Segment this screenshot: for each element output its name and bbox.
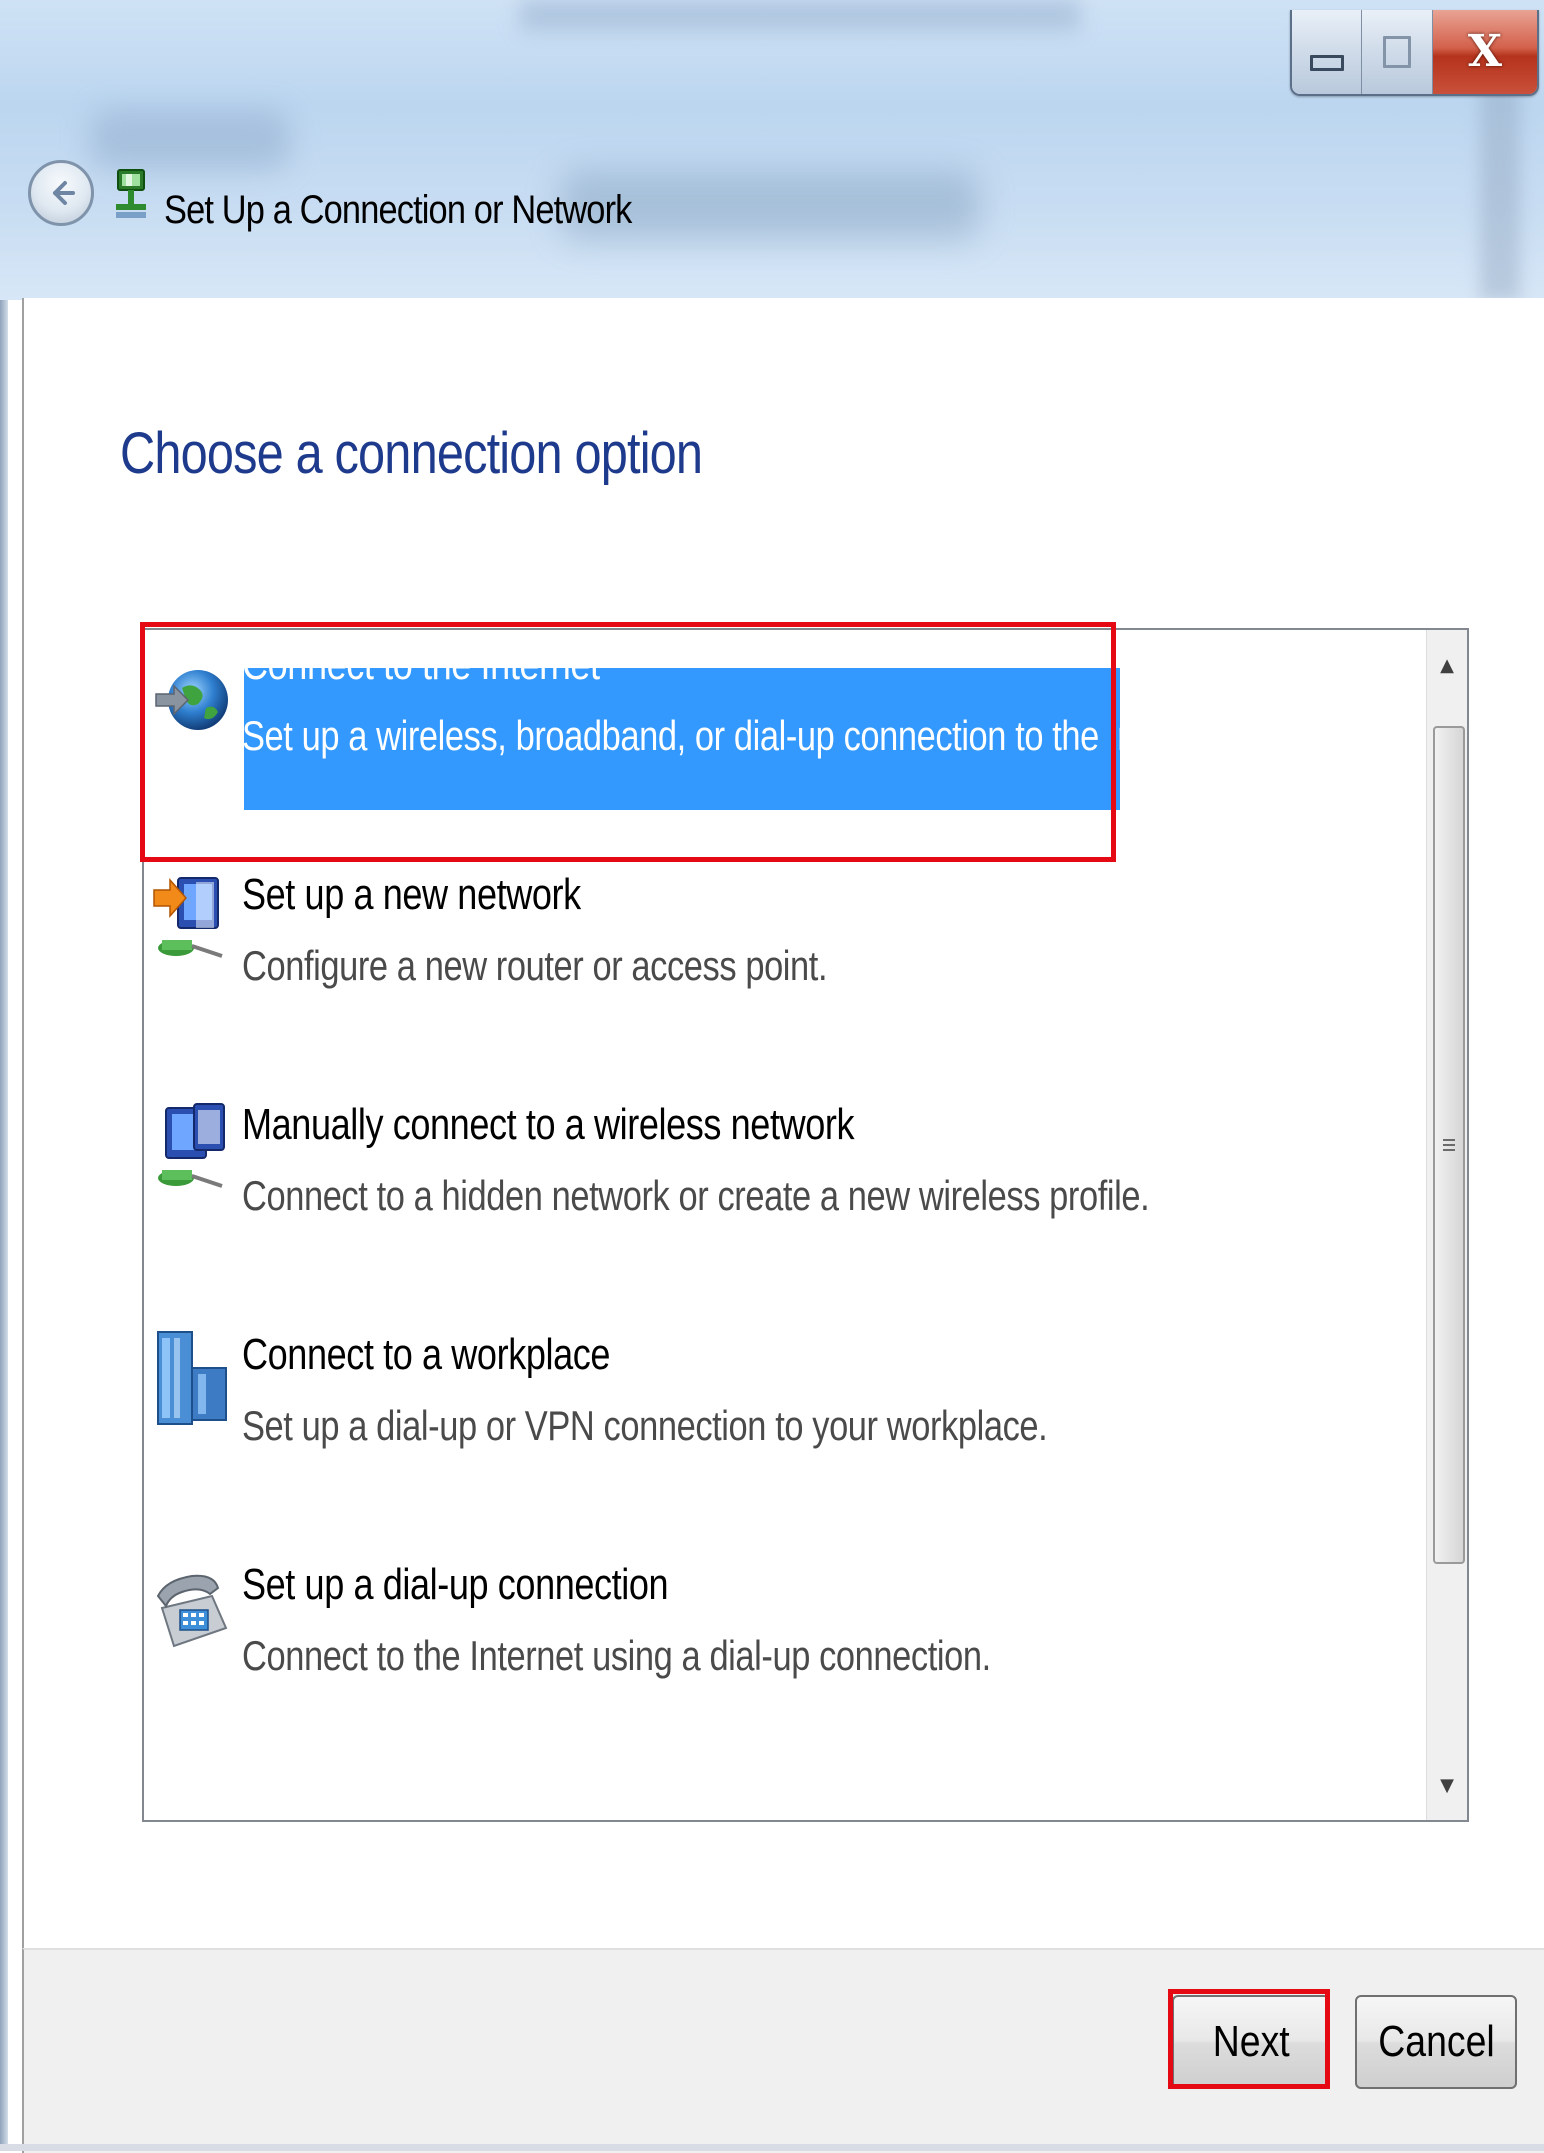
title-bar: X Set Up a Connection or Network xyxy=(0,0,1544,300)
annotation-highlight-option xyxy=(140,622,1116,862)
cancel-button-label: Cancel xyxy=(1377,2017,1495,2066)
new-network-icon xyxy=(153,877,223,958)
option-connect-to-workplace[interactable]: Connect to a workplace Set up a dial-up … xyxy=(148,1320,1418,1510)
close-icon: X xyxy=(1467,26,1502,77)
network-setup-icon xyxy=(116,169,146,218)
phone-icon xyxy=(156,1574,228,1648)
option-title: Manually connect to a wireless network xyxy=(242,1100,855,1149)
option-manually-connect-wireless[interactable]: Manually connect to a wireless network C… xyxy=(148,1090,1418,1280)
grip-icon xyxy=(1443,1139,1455,1151)
list-scrollbar[interactable]: ▲ ▼ xyxy=(1426,630,1467,1820)
back-arrow-icon xyxy=(53,181,75,205)
cancel-button[interactable]: Cancel xyxy=(1355,1995,1517,2089)
wireless-network-icon xyxy=(158,1103,225,1188)
minimize-button[interactable] xyxy=(1292,10,1363,94)
option-description: Configure a new router or access point. xyxy=(242,942,828,989)
maximize-button[interactable] xyxy=(1362,10,1433,94)
scroll-up-icon[interactable]: ▲ xyxy=(1427,640,1467,690)
setup-connection-window: X Set Up a Connection or Network Choose … xyxy=(0,0,1544,2153)
option-description: Set up a dial-up or VPN connection to yo… xyxy=(242,1402,1048,1449)
option-title: Set up a dial-up connection xyxy=(242,1560,669,1609)
option-set-up-dial-up[interactable]: Set up a dial-up connection Connect to t… xyxy=(148,1550,1418,1740)
scroll-down-icon[interactable]: ▼ xyxy=(1427,1760,1467,1810)
option-title: Connect to a workplace xyxy=(242,1330,611,1379)
back-button[interactable] xyxy=(28,160,94,226)
window-bottom-edge xyxy=(0,2144,1544,2151)
close-button[interactable]: X xyxy=(1432,10,1537,94)
minimize-icon xyxy=(1309,55,1344,71)
option-description: Connect to the Internet using a dial-up … xyxy=(242,1632,991,1679)
scroll-thumb[interactable] xyxy=(1433,726,1465,1564)
window-frame-edge xyxy=(0,0,8,2151)
window-title: Set Up a Connection or Network xyxy=(164,188,632,232)
annotation-highlight-next xyxy=(1168,1989,1330,2089)
window-controls: X xyxy=(1290,10,1539,96)
option-title: Set up a new network xyxy=(242,870,581,919)
page-heading: Choose a connection option xyxy=(120,421,703,486)
workplace-icon xyxy=(157,1331,227,1425)
option-set-up-new-network[interactable]: Set up a new network Configure a new rou… xyxy=(148,860,1418,1050)
maximize-icon xyxy=(1383,36,1412,68)
option-description: Connect to a hidden network or create a … xyxy=(242,1172,1150,1219)
